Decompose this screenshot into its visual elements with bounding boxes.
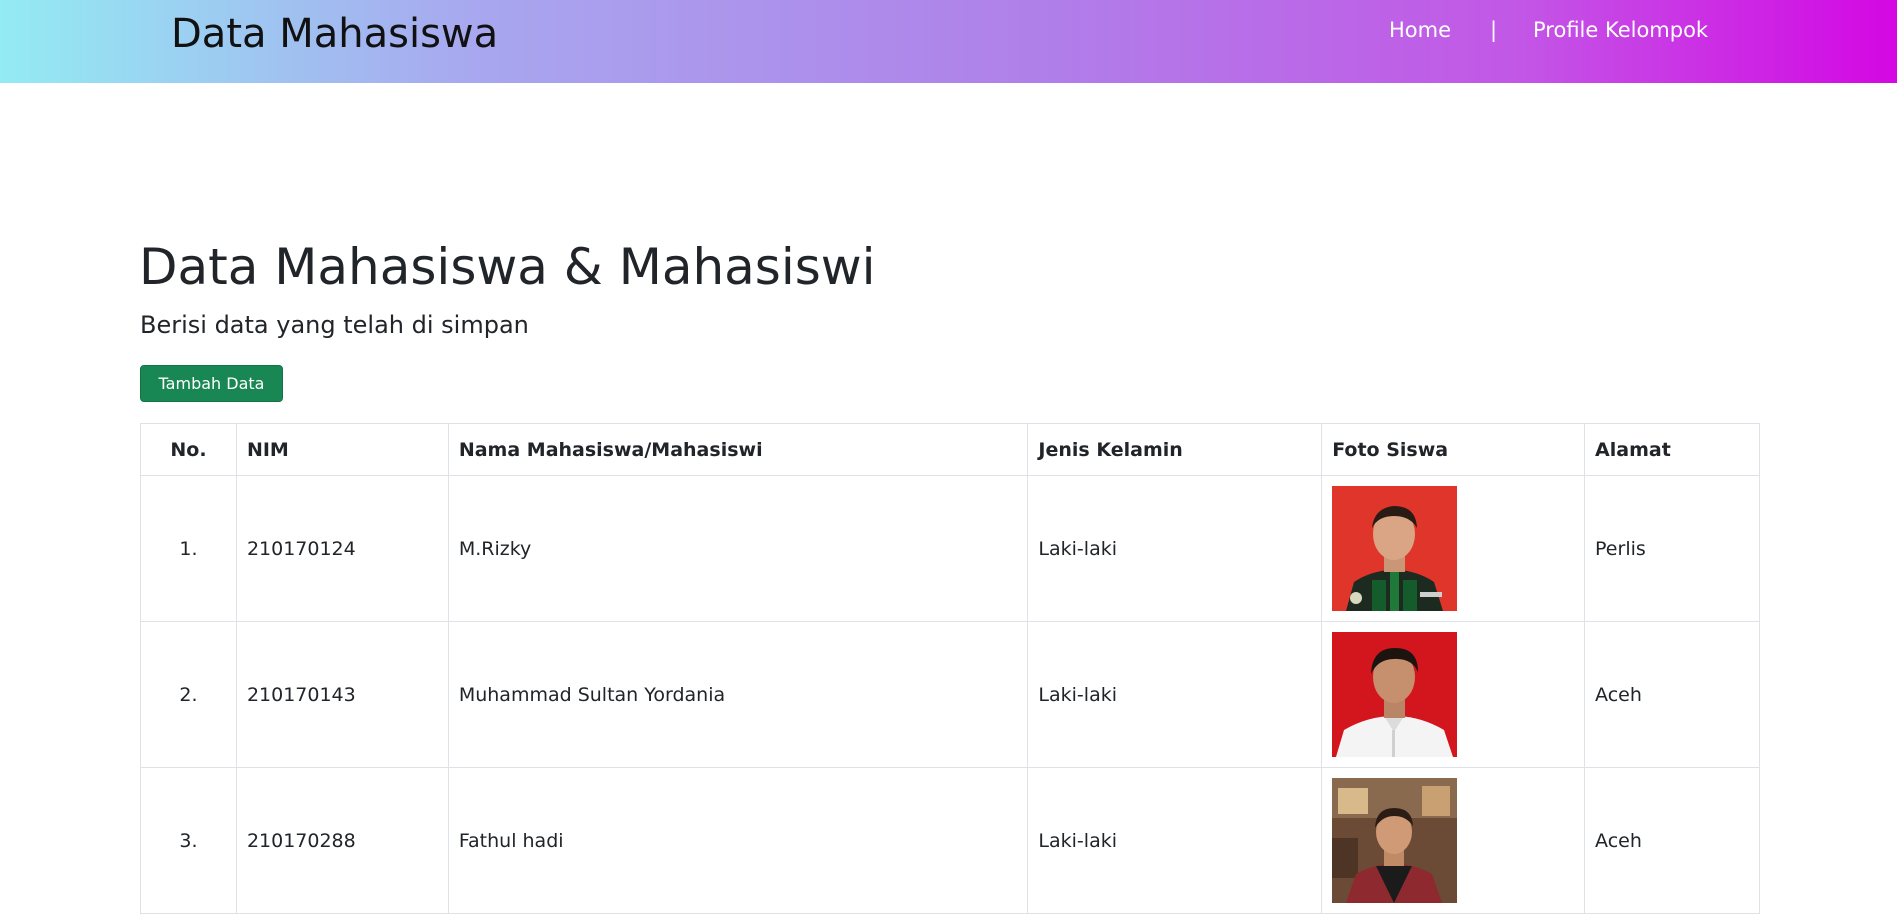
header-nama: Nama Mahasiswa/Mahasiswi: [447, 423, 1029, 476]
cell-nama: Fathul hadi: [447, 767, 1029, 914]
page-title: Data Mahasiswa & Mahasiswi: [139, 238, 876, 296]
cell-alamat: Perlis: [1584, 475, 1760, 622]
student-photo: [1332, 778, 1458, 903]
cell-nim: 210170143: [235, 621, 449, 768]
header-alamat: Alamat: [1584, 423, 1760, 476]
table-row: 3. 210170288 Fathul hadi Laki-laki Aceh: [140, 767, 1760, 914]
cell-alamat: Aceh: [1584, 767, 1760, 914]
cell-no: 3.: [140, 767, 237, 914]
cell-no: 2.: [140, 621, 237, 768]
nav-link-profile-kelompok[interactable]: Profile Kelompok: [1533, 16, 1708, 44]
cell-no: 1.: [140, 475, 237, 622]
add-data-button[interactable]: Tambah Data: [140, 365, 283, 402]
cell-jenis-kelamin: Laki-laki: [1027, 621, 1323, 768]
cell-nama: M.Rizky: [447, 475, 1029, 622]
cell-foto: [1321, 767, 1586, 914]
cell-jenis-kelamin: Laki-laki: [1027, 475, 1323, 622]
nav-separator: |: [1490, 18, 1498, 42]
header-no: No.: [140, 423, 237, 476]
page-subtitle: Berisi data yang telah di simpan: [140, 311, 529, 339]
cell-nim: 210170124: [235, 475, 449, 622]
student-photo-image: [1332, 486, 1458, 611]
table-row: 2. 210170143 Muhammad Sultan Yordania La…: [140, 621, 1760, 768]
top-navbar: Data Mahasiswa Home | Profile Kelompok: [0, 0, 1897, 83]
student-photo-image: [1332, 632, 1458, 757]
header-jenis-kelamin: Jenis Kelamin: [1027, 423, 1323, 476]
student-table: No. NIM Nama Mahasiswa/Mahasiswi Jenis K…: [140, 423, 1760, 914]
cell-foto: [1321, 475, 1586, 622]
header-nim: NIM: [235, 423, 449, 476]
cell-foto: [1321, 621, 1586, 768]
nav-link-home[interactable]: Home: [1389, 16, 1451, 44]
cell-nim: 210170288: [235, 767, 449, 914]
cell-nama: Muhammad Sultan Yordania: [447, 621, 1029, 768]
table-row: 1. 210170124 M.Rizky Laki-laki Perlis: [140, 475, 1760, 622]
student-photo: [1332, 486, 1458, 611]
table-header-row: No. NIM Nama Mahasiswa/Mahasiswi Jenis K…: [140, 423, 1760, 476]
student-photo-image: [1332, 778, 1458, 903]
cell-jenis-kelamin: Laki-laki: [1027, 767, 1323, 914]
cell-alamat: Aceh: [1584, 621, 1760, 768]
brand-title[interactable]: Data Mahasiswa: [171, 8, 498, 60]
header-foto: Foto Siswa: [1321, 423, 1586, 476]
student-photo: [1332, 632, 1458, 757]
